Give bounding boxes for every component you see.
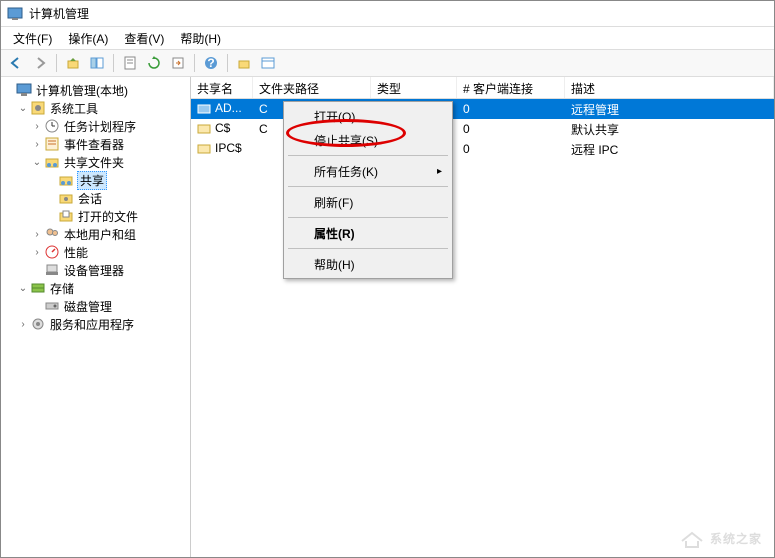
watermark: 系统之家 bbox=[678, 527, 762, 549]
content-panel: 共享名 文件夹路径 类型 # 客户端连接 描述 AD...Cvs0远程管理C$C… bbox=[191, 77, 774, 557]
expand-icon[interactable]: › bbox=[31, 139, 43, 150]
clock-icon bbox=[44, 118, 60, 134]
tree-shares[interactable]: 共享 bbox=[3, 171, 188, 189]
window-title: 计算机管理 bbox=[29, 5, 89, 22]
titlebar: 计算机管理 bbox=[1, 1, 774, 27]
tree-event-viewer[interactable]: › 事件查看器 bbox=[3, 135, 188, 153]
tree-disk-management[interactable]: 磁盘管理 bbox=[3, 297, 188, 315]
ctx-help[interactable]: 帮助(H) bbox=[286, 252, 450, 276]
tree-root[interactable]: 计算机管理(本地) bbox=[3, 81, 188, 99]
forward-button[interactable] bbox=[29, 52, 51, 74]
tree-device-manager[interactable]: 设备管理器 bbox=[3, 261, 188, 279]
back-button[interactable] bbox=[5, 52, 27, 74]
collapse-icon[interactable]: ⌄ bbox=[31, 157, 43, 168]
main-area: 计算机管理(本地) ⌄ 系统工具 › 任务计划程序 › 事件查看器 ⌄ 共享文件… bbox=[1, 77, 774, 557]
menu-file[interactable]: 文件(F) bbox=[5, 28, 60, 49]
session-icon bbox=[58, 190, 74, 206]
tools-icon bbox=[30, 100, 46, 116]
computer-icon bbox=[16, 82, 32, 98]
export-button[interactable] bbox=[167, 52, 189, 74]
cell-desc: 远程 IPC bbox=[565, 139, 774, 160]
ctx-all-tasks[interactable]: 所有任务(K) bbox=[286, 159, 450, 183]
open-files-icon bbox=[58, 208, 74, 224]
cell-name: AD... bbox=[215, 101, 242, 115]
device-icon bbox=[44, 262, 60, 278]
collapse-icon[interactable]: ⌄ bbox=[17, 103, 29, 114]
expand-icon[interactable]: › bbox=[31, 229, 43, 240]
disk-icon bbox=[44, 298, 60, 314]
up-button[interactable] bbox=[62, 52, 84, 74]
tree-local-users[interactable]: › 本地用户和组 bbox=[3, 225, 188, 243]
users-icon bbox=[44, 226, 60, 242]
tree-open-files[interactable]: 打开的文件 bbox=[3, 207, 188, 225]
tree-performance[interactable]: › 性能 bbox=[3, 243, 188, 261]
col-path[interactable]: 文件夹路径 bbox=[253, 77, 371, 98]
cell-name: IPC$ bbox=[215, 141, 242, 155]
ctx-separator bbox=[288, 186, 448, 187]
storage-icon bbox=[30, 280, 46, 296]
event-icon bbox=[44, 136, 60, 152]
col-clients[interactable]: # 客户端连接 bbox=[457, 77, 565, 98]
services-icon bbox=[30, 316, 46, 332]
col-name[interactable]: 共享名 bbox=[191, 77, 253, 98]
svg-text:?: ? bbox=[207, 56, 214, 70]
ctx-properties[interactable]: 属性(R) bbox=[286, 221, 450, 245]
ctx-stop-sharing[interactable]: 停止共享(S) bbox=[286, 128, 450, 152]
context-menu: 打开(O) 停止共享(S) 所有任务(K) 刷新(F) 属性(R) 帮助(H) bbox=[283, 101, 453, 279]
ctx-separator bbox=[288, 248, 448, 249]
menu-help[interactable]: 帮助(H) bbox=[172, 28, 229, 49]
col-desc[interactable]: 描述 bbox=[565, 77, 774, 98]
ctx-separator bbox=[288, 155, 448, 156]
cell-name: C$ bbox=[215, 121, 230, 135]
expand-icon[interactable]: › bbox=[17, 319, 29, 330]
help-button[interactable]: ? bbox=[200, 52, 222, 74]
tree-panel: 计算机管理(本地) ⌄ 系统工具 › 任务计划程序 › 事件查看器 ⌄ 共享文件… bbox=[1, 77, 191, 557]
tree-sessions[interactable]: 会话 bbox=[3, 189, 188, 207]
share-row[interactable]: IPC$vs0远程 IPC bbox=[191, 139, 774, 159]
tree-task-scheduler[interactable]: › 任务计划程序 bbox=[3, 117, 188, 135]
toolbar-separator bbox=[227, 54, 228, 72]
show-hide-button[interactable] bbox=[86, 52, 108, 74]
expand-icon[interactable]: › bbox=[31, 247, 43, 258]
grid-body: AD...Cvs0远程管理C$Cvs0默认共享IPC$vs0远程 IPC bbox=[191, 99, 774, 159]
toolbar-separator bbox=[56, 54, 57, 72]
ctx-separator bbox=[288, 217, 448, 218]
share-folder-icon bbox=[44, 154, 60, 170]
tree-services-apps[interactable]: › 服务和应用程序 bbox=[3, 315, 188, 333]
toolbar: ? bbox=[1, 49, 774, 77]
tree-storage[interactable]: ⌄ 存储 bbox=[3, 279, 188, 297]
performance-icon bbox=[44, 244, 60, 260]
ctx-open[interactable]: 打开(O) bbox=[286, 104, 450, 128]
share-row-icon bbox=[197, 121, 213, 137]
toolbar-separator bbox=[194, 54, 195, 72]
share-row-icon bbox=[197, 101, 213, 117]
cell-clients: 0 bbox=[457, 140, 565, 158]
cell-desc: 远程管理 bbox=[565, 99, 774, 120]
menubar: 文件(F) 操作(A) 查看(V) 帮助(H) bbox=[1, 27, 774, 49]
collapse-icon[interactable]: ⌄ bbox=[17, 283, 29, 294]
cell-clients: 0 bbox=[457, 100, 565, 118]
properties-button[interactable] bbox=[119, 52, 141, 74]
share-row[interactable]: C$Cvs0默认共享 bbox=[191, 119, 774, 139]
ctx-refresh[interactable]: 刷新(F) bbox=[286, 190, 450, 214]
menu-action[interactable]: 操作(A) bbox=[60, 28, 116, 49]
expand-icon[interactable]: › bbox=[31, 121, 43, 132]
toolbar-separator bbox=[113, 54, 114, 72]
grid-header: 共享名 文件夹路径 类型 # 客户端连接 描述 bbox=[191, 77, 774, 99]
tree-system-tools[interactable]: ⌄ 系统工具 bbox=[3, 99, 188, 117]
refresh-button[interactable] bbox=[143, 52, 165, 74]
new-share-button[interactable] bbox=[233, 52, 255, 74]
cell-clients: 0 bbox=[457, 120, 565, 138]
cell-desc: 默认共享 bbox=[565, 119, 774, 140]
col-type[interactable]: 类型 bbox=[371, 77, 457, 98]
app-icon bbox=[7, 6, 23, 22]
share-icon bbox=[58, 172, 74, 188]
share-row[interactable]: AD...Cvs0远程管理 bbox=[191, 99, 774, 119]
share-row-icon bbox=[197, 141, 213, 157]
tree-shared-folders[interactable]: ⌄ 共享文件夹 bbox=[3, 153, 188, 171]
view-mode-button[interactable] bbox=[257, 52, 279, 74]
menu-view[interactable]: 查看(V) bbox=[116, 28, 172, 49]
